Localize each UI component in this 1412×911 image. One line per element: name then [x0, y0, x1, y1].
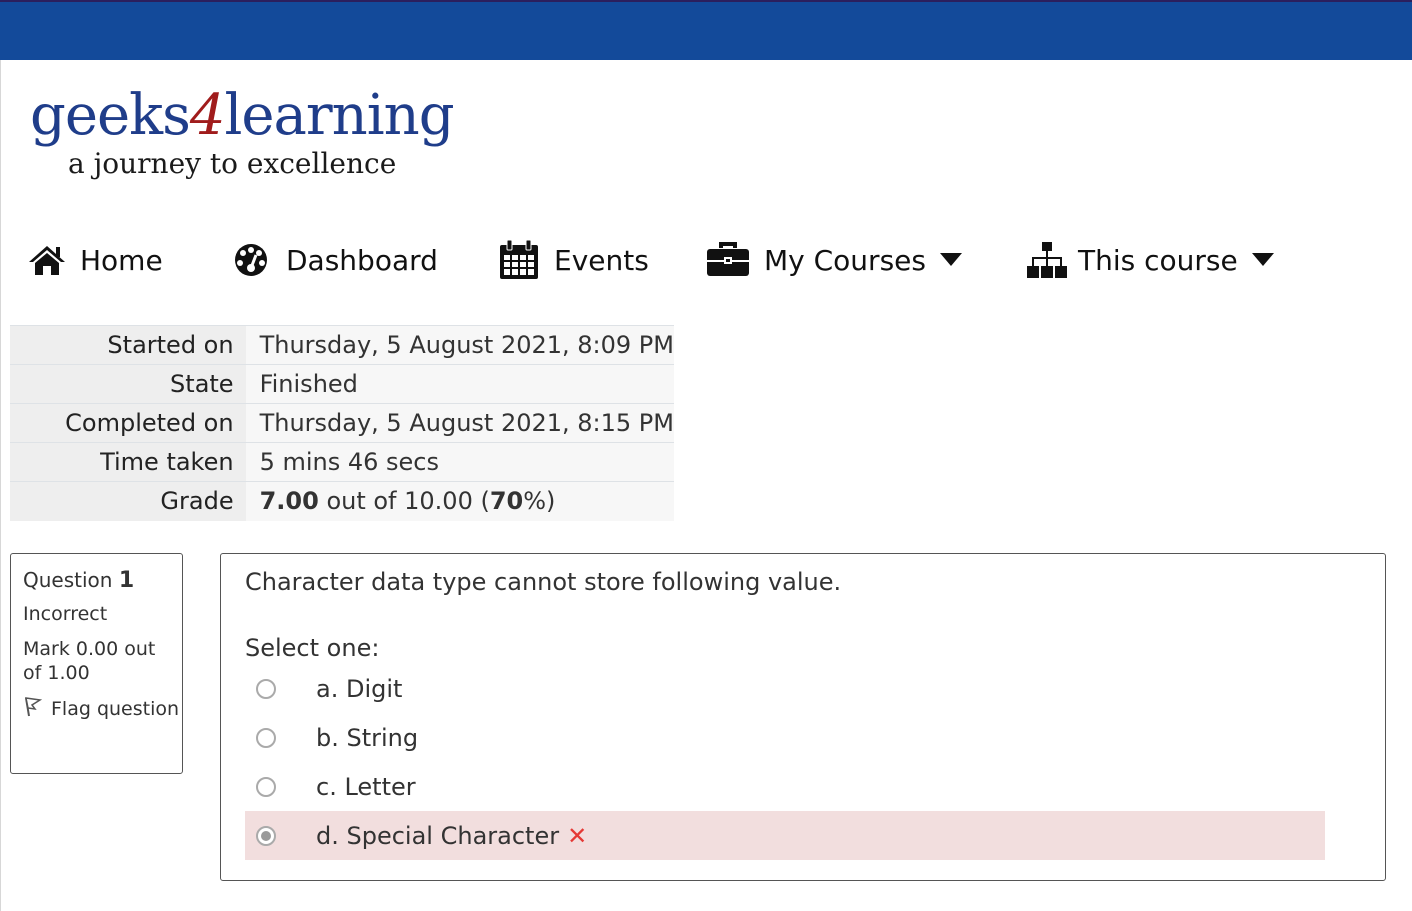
summary-value: Thursday, 5 August 2021, 8:09 PM — [245, 325, 674, 365]
logo-brand-four: 4 — [189, 83, 226, 148]
nav-my-courses-label: My Courses — [764, 243, 926, 277]
summary-value: Finished — [245, 364, 674, 404]
nav-dashboard-label: Dashboard — [286, 243, 438, 277]
site-logo[interactable]: geeks4learning a journey to excellence — [22, 80, 455, 190]
nav-my-courses[interactable]: My Courses — [706, 230, 962, 290]
summary-value: 5 mins 46 secs — [245, 442, 674, 482]
summary-row: State Finished — [10, 364, 674, 404]
answer-option-a[interactable]: a. Digit — [245, 664, 1325, 713]
option-label: b. String — [316, 723, 419, 752]
option-label: a. Digit — [316, 674, 403, 703]
flag-question-label: Flag question — [51, 698, 180, 720]
option-radio[interactable] — [256, 678, 276, 699]
briefcase-icon — [707, 242, 749, 276]
sitemap-icon — [1027, 242, 1067, 278]
answer-option-c[interactable]: c. Letter — [245, 762, 1325, 811]
logo-brand-suffix: learning — [224, 83, 454, 148]
incorrect-icon: ✕ — [567, 821, 588, 850]
nav-this-course-label: This course — [1078, 243, 1238, 277]
summary-value: Thursday, 5 August 2021, 8:15 PM — [245, 403, 674, 443]
question-number-value: 1 — [118, 568, 135, 593]
grade-out-of: out of 10.00 ( — [326, 487, 490, 516]
question-mark: Mark 0.00 out of 1.00 — [23, 638, 156, 684]
answer-option-b[interactable]: b. String — [245, 713, 1325, 762]
grade-end: %) — [523, 487, 556, 516]
quiz-attempt-summary: Started on Thursday, 5 August 2021, 8:09… — [10, 325, 674, 521]
nav-home[interactable]: Home — [28, 230, 163, 290]
summary-row-grade: Grade 7.00 out of 10.00 (70%) — [10, 481, 674, 521]
nav-events[interactable]: Events — [498, 230, 649, 290]
question-info-panel: Question 1 Incorrect Mark 0.00 out of 1.… — [10, 553, 183, 774]
flag-question-link[interactable]: Flag question — [23, 697, 182, 721]
home-icon — [29, 246, 65, 275]
summary-label: Completed on — [10, 403, 246, 443]
answer-option-d[interactable]: d. Special Character ✕ — [245, 811, 1325, 860]
chevron-down-icon — [939, 253, 962, 266]
grade-label: Grade — [10, 481, 246, 521]
question-state: Incorrect — [23, 603, 108, 625]
dashboard-icon — [235, 244, 267, 276]
nav-events-label: Events — [554, 243, 649, 277]
summary-row: Time taken 5 mins 46 secs — [10, 442, 674, 482]
summary-label: Time taken — [10, 442, 246, 482]
flag-icon — [25, 697, 43, 717]
chevron-down-icon — [1251, 253, 1274, 266]
question-content: Character data type cannot store followi… — [220, 553, 1386, 881]
option-label: d. Special Character — [316, 821, 560, 850]
question-text: Character data type cannot store followi… — [245, 568, 842, 596]
grade-percent: 70 — [489, 487, 524, 516]
top-header-bar — [0, 0, 1412, 60]
question-number: Question 1 — [23, 568, 182, 593]
grade-value: 7.00 out of 10.00 (70%) — [245, 481, 674, 521]
page-left-border — [0, 60, 1, 911]
nav-dashboard[interactable]: Dashboard — [230, 230, 438, 290]
option-radio[interactable] — [256, 727, 276, 748]
option-radio[interactable] — [256, 776, 276, 797]
option-label: c. Letter — [316, 772, 416, 801]
summary-label: State — [10, 364, 246, 404]
option-radio-selected[interactable] — [256, 825, 276, 846]
logo-brand-text: geeks4learning — [30, 88, 455, 144]
main-navigation: Home Dashboard Events My Courses This co… — [0, 230, 1412, 290]
nav-home-label: Home — [80, 243, 163, 277]
select-one-prompt: Select one: — [245, 634, 380, 662]
nav-this-course[interactable]: This course — [1026, 230, 1274, 290]
logo-tagline: a journey to excellence — [68, 147, 397, 180]
summary-row: Completed on Thursday, 5 August 2021, 8:… — [10, 403, 674, 443]
question-label: Question — [23, 568, 113, 592]
calendar-icon — [500, 239, 538, 279]
summary-row: Started on Thursday, 5 August 2021, 8:09… — [10, 325, 674, 365]
summary-label: Started on — [10, 325, 246, 365]
grade-score: 7.00 — [259, 487, 319, 516]
logo-brand-prefix: geeks — [30, 83, 191, 148]
